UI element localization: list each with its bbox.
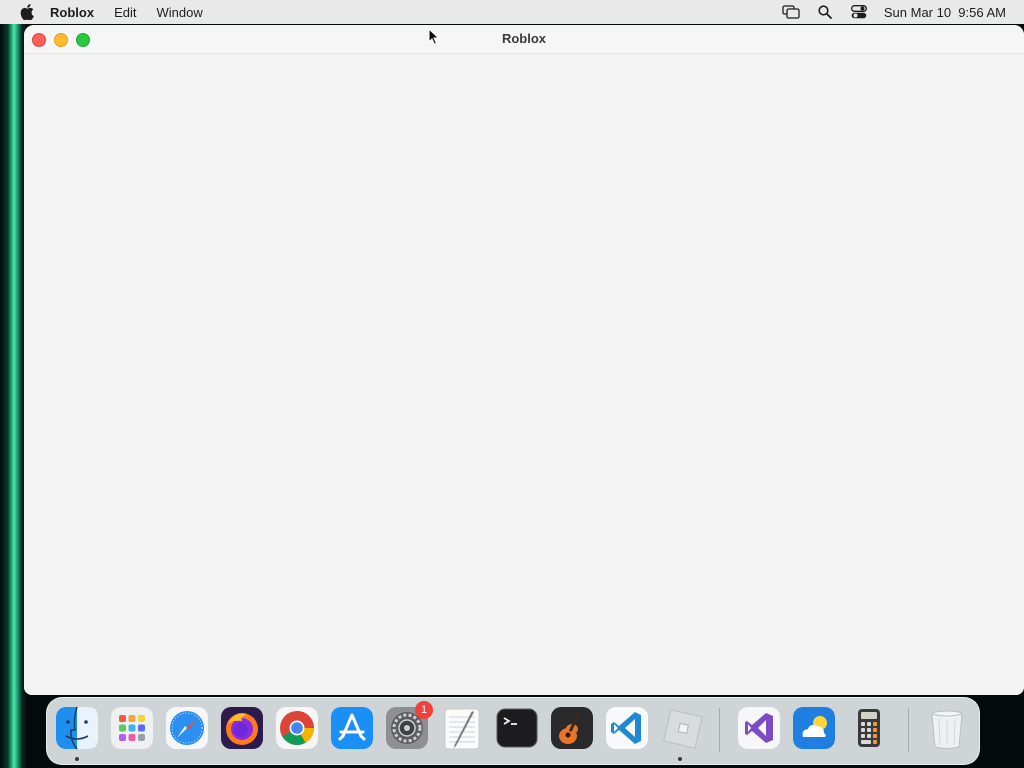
calculator-icon	[858, 709, 880, 747]
menu-app-name[interactable]: Roblox	[50, 5, 94, 20]
safari-icon	[166, 707, 208, 749]
launchpad-icon	[111, 707, 153, 749]
dock-item-firefox[interactable]	[220, 706, 264, 750]
dock-item-visual-studio[interactable]	[737, 706, 781, 750]
menu-bar: Roblox Edit Window Sun Mar 10 9:56 AM	[0, 0, 1024, 24]
dock-item-calculator[interactable]	[847, 706, 891, 750]
dock-separator	[908, 708, 909, 752]
roblox-icon	[663, 709, 703, 749]
dock-item-app-store[interactable]	[330, 706, 374, 750]
notification-badge: 1	[415, 701, 433, 719]
dock-item-weather[interactable]	[792, 706, 836, 750]
window-title: Roblox	[501, 31, 547, 46]
vscode-icon	[606, 707, 648, 749]
dock-running-indicator	[75, 757, 79, 761]
trash-icon	[931, 710, 963, 749]
dock-item-system-settings[interactable]: 1	[385, 701, 433, 750]
dock-item-terminal[interactable]	[495, 706, 539, 750]
dock-item-vscode[interactable]	[605, 706, 649, 750]
firefox-icon	[221, 707, 263, 749]
window-content-area	[24, 54, 1024, 695]
apple-menu-icon[interactable]	[18, 3, 36, 21]
dock-item-launchpad[interactable]	[110, 706, 154, 750]
dock-item-textedit[interactable]	[440, 706, 484, 750]
window-title-bar[interactable]: Roblox	[24, 25, 1024, 54]
dock-item-chrome[interactable]	[275, 706, 319, 750]
menu-bar-clock[interactable]: Sun Mar 10 9:56 AM	[884, 5, 1006, 20]
terminal-icon	[496, 708, 538, 748]
garageband-icon	[551, 707, 593, 749]
dock-separator	[719, 708, 720, 752]
chrome-icon	[276, 707, 318, 749]
weather-icon	[793, 707, 835, 749]
dock: 1	[46, 697, 980, 765]
dock-item-safari[interactable]	[165, 706, 209, 750]
finder-icon	[56, 706, 98, 750]
screen-mirroring-icon[interactable]	[782, 4, 800, 20]
control-center-icon[interactable]	[850, 4, 868, 20]
textedit-icon	[444, 708, 480, 750]
app-store-icon	[331, 707, 373, 749]
spotlight-search-icon[interactable]	[816, 4, 834, 20]
dock-running-indicator	[678, 757, 682, 761]
dock-item-finder[interactable]	[55, 706, 99, 750]
menu-edit[interactable]: Edit	[114, 5, 136, 20]
mouse-cursor-icon	[428, 27, 440, 51]
roblox-window: Roblox	[24, 25, 1024, 695]
visual-studio-icon	[738, 707, 780, 749]
menu-window[interactable]: Window	[156, 5, 202, 20]
dock-item-roblox[interactable]	[660, 706, 704, 750]
dock-item-garageband[interactable]	[550, 706, 594, 750]
dock-item-trash[interactable]	[925, 706, 969, 750]
